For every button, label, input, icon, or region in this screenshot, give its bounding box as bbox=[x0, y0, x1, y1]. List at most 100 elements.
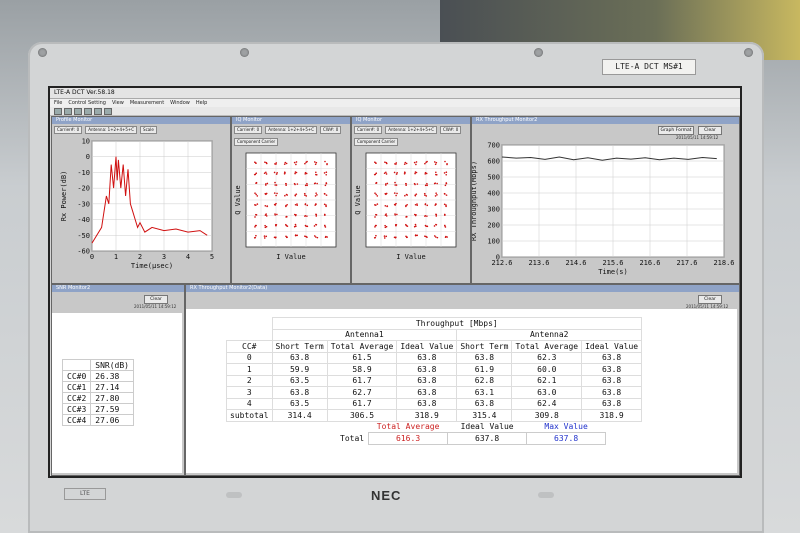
value-cell: 61.9 bbox=[456, 363, 513, 376]
value-cell: 63.8 bbox=[456, 397, 513, 410]
table-header: Antenna1 Antenna2 bbox=[226, 328, 643, 341]
toolbar-save-icon[interactable] bbox=[74, 107, 82, 115]
x-axis-label: I Value bbox=[396, 253, 426, 261]
iq-point bbox=[405, 162, 408, 165]
iq-point bbox=[304, 162, 306, 165]
iq-point bbox=[435, 161, 438, 164]
menu-file[interactable]: File bbox=[54, 99, 62, 107]
y-tick-label: -20 bbox=[77, 185, 90, 193]
header-ideal-value: Ideal Value bbox=[460, 422, 514, 431]
table-row: subtotal 314.4 306.5 318.9 315.4 309.8 318.9 bbox=[226, 409, 643, 422]
x-tick-label: 212.6 bbox=[491, 259, 512, 267]
cw-select[interactable]: CW#: 0 bbox=[440, 126, 462, 134]
menu-window[interactable]: Window bbox=[170, 99, 190, 107]
iq-point bbox=[295, 225, 297, 227]
cc-label: CC#3 bbox=[61, 403, 92, 415]
menu-control-setting[interactable]: Control Setting bbox=[68, 99, 106, 107]
toolbar-stop-icon[interactable] bbox=[94, 107, 102, 115]
carrier-select[interactable]: Carrier#: 0 bbox=[54, 126, 83, 134]
iq-point bbox=[374, 236, 377, 239]
iq-point bbox=[266, 205, 269, 207]
iq-point bbox=[324, 184, 327, 187]
x-axis-label: Time(s) bbox=[598, 268, 628, 276]
clear-button[interactable]: Clear bbox=[698, 295, 722, 304]
header-throughput: Throughput [Mbps] bbox=[271, 317, 643, 330]
iq-point bbox=[274, 181, 276, 184]
iq-point bbox=[444, 226, 447, 228]
iq-point bbox=[294, 223, 297, 226]
header-antenna1: Antenna1 bbox=[271, 328, 458, 341]
x-tick-label: 217.6 bbox=[676, 259, 697, 267]
toolbar-open-icon[interactable] bbox=[64, 107, 72, 115]
antenna-select[interactable]: Antenna: 1+2+4+5+C bbox=[265, 126, 318, 134]
table-row: 1 59.9 58.9 63.8 61.9 60.0 63.8 bbox=[226, 363, 643, 376]
toolbar-play-icon[interactable] bbox=[84, 107, 92, 115]
value-cell: 61.7 bbox=[326, 397, 398, 410]
iq-monitor-1-window: IQ Monitor Carrier#: 0 Antenna: 1+2+4+5+… bbox=[231, 116, 351, 284]
iq1-controls: Carrier#: 0 Antenna: 1+2+4+5+C CW#: 0 bbox=[232, 124, 350, 136]
iq-point bbox=[314, 204, 317, 206]
iq-point bbox=[423, 192, 426, 195]
iq-point bbox=[326, 236, 328, 238]
toolbar-settings-icon[interactable] bbox=[104, 107, 112, 115]
antenna-select[interactable]: Antenna: 1+2+4+5+C bbox=[385, 126, 438, 134]
scale-select[interactable]: Scale bbox=[140, 126, 157, 134]
iq-point bbox=[376, 195, 379, 197]
iq-point bbox=[405, 215, 408, 218]
x-tick-label: 4 bbox=[186, 253, 190, 261]
value-cell: 63.8 bbox=[581, 386, 643, 399]
value-cell: 63.0 bbox=[511, 386, 583, 399]
iq-point bbox=[304, 215, 306, 217]
iq-point bbox=[375, 234, 377, 237]
value-cell: 63.1 bbox=[456, 386, 513, 399]
value-cell: 309.8 bbox=[511, 409, 583, 422]
carrier-select[interactable]: Carrier#: 0 bbox=[354, 126, 383, 134]
header-blank bbox=[226, 317, 273, 329]
iq-point bbox=[316, 194, 318, 196]
y-tick-label: 700 bbox=[487, 142, 500, 150]
total-row: Total 616.3 637.8 637.8 bbox=[336, 432, 607, 445]
menu-help[interactable]: Help bbox=[196, 99, 207, 107]
iq-point bbox=[255, 193, 257, 196]
clear-button[interactable]: Clear bbox=[698, 126, 722, 135]
iq-point bbox=[386, 182, 389, 185]
iq-point bbox=[443, 172, 446, 174]
iq-point bbox=[306, 204, 309, 207]
graph-format-button[interactable]: Graph Format bbox=[658, 126, 694, 135]
table-row: 2 63.5 61.7 63.8 62.8 62.1 63.8 bbox=[226, 374, 643, 387]
iq-point bbox=[325, 205, 327, 208]
toolbar-new-icon[interactable] bbox=[54, 107, 62, 115]
iq-point bbox=[285, 184, 287, 187]
iq-point bbox=[405, 184, 407, 187]
menu-measurement[interactable]: Measurement bbox=[130, 99, 164, 107]
window-title: RX Throughput Monitor2 bbox=[472, 117, 739, 124]
iq-point bbox=[294, 194, 297, 197]
iq-point bbox=[255, 182, 258, 184]
throughput-data-window: RX Throughput Monitor2(Data) Clear 2011/… bbox=[185, 284, 740, 476]
iq-point bbox=[436, 236, 439, 239]
menu-view[interactable]: View bbox=[112, 99, 124, 107]
x-tick-label: 5 bbox=[210, 253, 214, 261]
iq-point bbox=[394, 213, 396, 215]
iq-point bbox=[263, 172, 266, 175]
cw-select[interactable]: CW#: 0 bbox=[320, 126, 342, 134]
clear-button[interactable]: Clear bbox=[144, 295, 168, 304]
iq-point bbox=[254, 173, 257, 176]
iq-point bbox=[276, 192, 278, 195]
throughput-monitor-window: RX Throughput Monitor2 Graph Format Clea… bbox=[471, 116, 740, 284]
antenna-select[interactable]: Antenna: 1+2+4+5+C bbox=[85, 126, 138, 134]
iq-point bbox=[304, 184, 307, 187]
iq-point bbox=[445, 173, 448, 176]
iq-point bbox=[394, 163, 396, 165]
table-header: SNR(dB) bbox=[61, 359, 134, 371]
iq-point bbox=[313, 161, 316, 163]
iq-point bbox=[306, 182, 308, 185]
iq-point bbox=[403, 163, 406, 165]
iq-point bbox=[374, 216, 376, 218]
timestamp: 2011/05/11 14:59:12 bbox=[134, 304, 177, 309]
carrier-select[interactable]: Carrier#: 0 bbox=[234, 126, 263, 134]
iq-point bbox=[385, 184, 387, 186]
iq-point bbox=[265, 162, 268, 165]
iq-point bbox=[294, 234, 297, 236]
iq-point bbox=[426, 184, 428, 187]
